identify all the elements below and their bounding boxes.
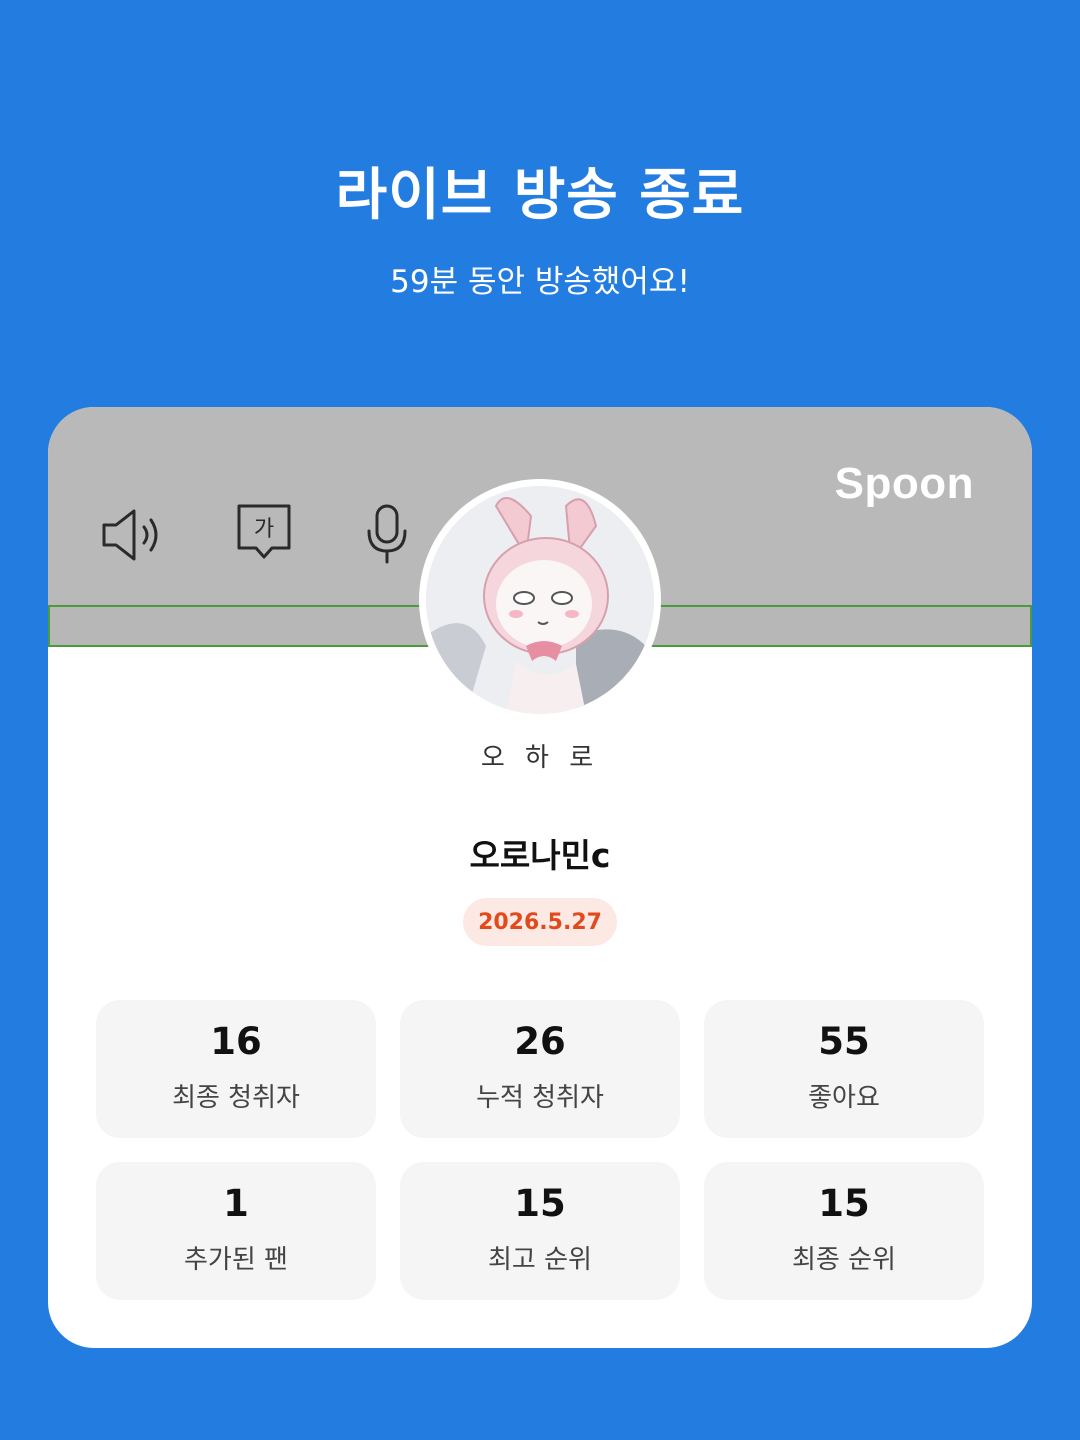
caption-glyph: 가 [254, 517, 274, 542]
caption-icon: 가 [237, 504, 291, 559]
stat-value: 15 [818, 1182, 870, 1225]
speaker-icon [102, 509, 158, 561]
stat-label: 좋아요 [808, 1083, 880, 1113]
broadcast-duration: 59분 동안 방송했어요! [390, 264, 690, 300]
stat-label: 누적 청취자 [476, 1083, 604, 1113]
avatar[interactable] [419, 479, 661, 721]
stat-value: 15 [514, 1182, 566, 1225]
broadcast-title: 오로나민c [469, 836, 611, 875]
stat-best-rank: 15 최고 순위 [400, 1162, 680, 1300]
spoon-logo: Spoon [834, 459, 974, 508]
avatar-image [426, 486, 654, 714]
stat-likes: 55 좋아요 [704, 1000, 984, 1138]
page-title: 라이브 방송 종료 [335, 163, 745, 228]
date-badge: 2026.5.27 [463, 898, 617, 946]
stat-label: 추가된 팬 [184, 1245, 288, 1275]
stat-new-fans: 1 추가된 팬 [96, 1162, 376, 1300]
stat-label: 최고 순위 [488, 1245, 592, 1275]
stat-label: 최종 청취자 [172, 1083, 300, 1113]
broadcast-summary-card: Spoon 가 오 하 로 오로나민c 2026.5.27 16 최종 청취자 … [48, 407, 1032, 1348]
stat-final-rank: 15 최종 순위 [704, 1162, 984, 1300]
stat-value: 1 [223, 1182, 249, 1225]
microphone-icon [367, 504, 407, 564]
stat-value: 55 [818, 1020, 870, 1063]
stat-value: 16 [210, 1020, 262, 1063]
stats-grid: 16 최종 청취자 26 누적 청취자 55 좋아요 1 추가된 팬 15 최고… [96, 1000, 984, 1300]
stat-total-listeners: 26 누적 청취자 [400, 1000, 680, 1138]
host-label: 오 하 로 [480, 743, 600, 773]
stat-label: 최종 순위 [792, 1245, 896, 1275]
stat-value: 26 [514, 1020, 566, 1063]
stat-final-listeners: 16 최종 청취자 [96, 1000, 376, 1138]
